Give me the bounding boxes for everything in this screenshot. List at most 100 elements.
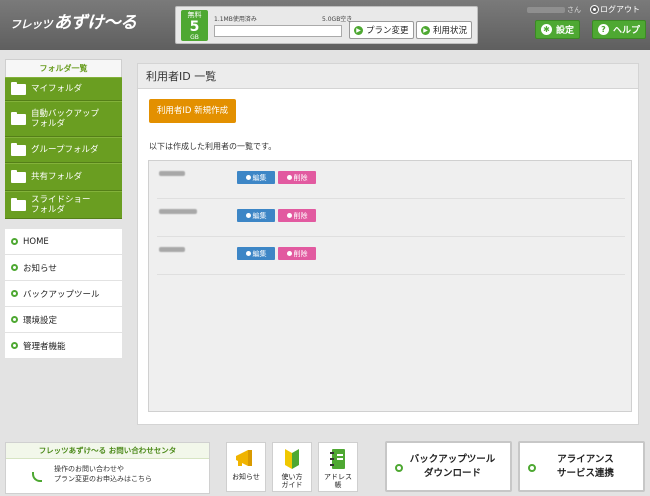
edit-button[interactable]: 編集 xyxy=(237,171,275,184)
user-suffix: さん xyxy=(567,6,581,14)
delete-button[interactable]: 削除 xyxy=(278,209,316,222)
help-label: ヘルプ xyxy=(613,26,641,36)
folder-list: フォルダ一覧 マイフォルダ 自動バックアップ フォルダ グループフォルダ 共有フ… xyxy=(5,59,122,219)
header: フレッツ あずけ〜る 無料 5 GB 1.1MB使用済み 5.0GB空き ▶ プラ… xyxy=(0,0,650,50)
usage-status-label: 利用状況 xyxy=(433,26,468,36)
arrow-right-icon: ▶ xyxy=(421,25,430,35)
new-user-id-button[interactable]: 利用者ID 新規作成 xyxy=(149,99,236,123)
phone-icon xyxy=(32,472,42,482)
list-item: 編集 削除 xyxy=(157,161,625,199)
folder-icon xyxy=(11,197,26,211)
folder-label: スライドショー フォルダ xyxy=(31,195,91,215)
folder-item-slideshow[interactable]: スライドショー フォルダ xyxy=(5,191,122,219)
edit-button[interactable]: 編集 xyxy=(237,209,275,222)
contact-center-panel[interactable]: フレッツあずけ〜る お問い合わせセンタ 操作のお問い合わせや プラン変更のお申込… xyxy=(5,442,210,494)
user-name: さん xyxy=(527,5,581,15)
nav-item-home[interactable]: HOME xyxy=(5,229,122,255)
edit-button[interactable]: 編集 xyxy=(237,247,275,260)
help-button[interactable]: ? ヘルプ xyxy=(592,20,647,39)
folder-list-title: フォルダ一覧 xyxy=(5,59,122,77)
page-title: 利用者ID 一覧 xyxy=(138,64,638,89)
nav-label: HOME xyxy=(23,236,49,247)
contact-line-1: 操作のお問い合わせや xyxy=(54,465,124,473)
bullet-icon xyxy=(11,238,18,245)
free-text: 5.0GB空き xyxy=(322,16,353,23)
folder-label: マイフォルダ xyxy=(31,84,83,94)
folder-label: 共有フォルダ xyxy=(31,172,83,182)
delete-label: 削除 xyxy=(293,249,308,258)
side-nav: HOME お知らせ バックアップツール 環境設定 管理者機能 xyxy=(5,229,122,359)
bullet-icon xyxy=(286,175,292,180)
storage-panel: 無料 5 GB 1.1MB使用済み 5.0GB空き ▶ プラン変更 ▶ 利用状況 xyxy=(175,6,478,44)
bullet-icon xyxy=(286,213,292,218)
guide-shortcut-label-2: ガイド xyxy=(281,481,303,489)
folder-label: 自動バックアップ フォルダ xyxy=(31,109,100,129)
bullet-icon xyxy=(245,175,251,180)
bullet-icon xyxy=(11,316,18,323)
delete-label: 削除 xyxy=(293,173,308,182)
plan-size: 5 xyxy=(189,19,200,35)
bullet-icon xyxy=(591,6,598,13)
user-id-redacted xyxy=(159,171,185,176)
settings-button[interactable]: ✱ 設定 xyxy=(535,20,581,39)
list-description: 以下は作成した利用者の一覧です。 xyxy=(149,142,277,151)
bullet-icon xyxy=(528,464,536,472)
nav-item-admin[interactable]: 管理者機能 xyxy=(5,333,122,359)
user-id-redacted xyxy=(159,247,185,252)
app-logo[interactable]: フレッツ あずけ〜る xyxy=(10,8,137,33)
list-item: 編集 削除 xyxy=(157,199,625,237)
nav-label: バックアップツール xyxy=(23,289,100,300)
nav-item-backup-tool[interactable]: バックアップツール xyxy=(5,281,122,307)
folder-item-auto-backup[interactable]: 自動バックアップ フォルダ xyxy=(5,101,122,137)
main-panel: 利用者ID 一覧 利用者ID 新規作成 以下は作成した利用者の一覧です。 編集 … xyxy=(137,63,639,425)
news-shortcut[interactable]: お知らせ xyxy=(226,442,266,492)
edit-label: 編集 xyxy=(252,249,267,258)
usage-status-button[interactable]: ▶ 利用状況 xyxy=(416,21,473,39)
backup-tool-download-label: バックアップツール ダウンロード xyxy=(387,453,510,481)
logo-main-text: あずけ〜る xyxy=(54,13,137,33)
edit-label: 編集 xyxy=(252,173,267,182)
alliance-line-1: アライアンス xyxy=(557,453,614,465)
bullet-icon xyxy=(395,464,403,472)
bullet-icon xyxy=(11,290,18,297)
bullet-icon xyxy=(245,251,251,256)
address-book-label-2: 帳 xyxy=(334,481,342,489)
address-book-label-1: アドレス xyxy=(324,473,352,481)
folder-label: グループフォルダ xyxy=(31,145,99,155)
contact-center-title: フレッツあずけ〜る お問い合わせセンタ xyxy=(6,443,209,459)
delete-button[interactable]: 削除 xyxy=(278,171,316,184)
logout-link[interactable]: ログアウト xyxy=(591,4,640,15)
plan-change-label: プラン変更 xyxy=(366,26,409,36)
plan-unit: GB xyxy=(190,34,199,41)
folder-icon xyxy=(11,169,26,183)
plan-badge: 無料 5 GB xyxy=(181,10,208,41)
alliance-service-button[interactable]: アライアンス サービス連携 xyxy=(518,441,645,492)
nav-item-settings[interactable]: 環境設定 xyxy=(5,307,122,333)
guide-shortcut[interactable]: 使い方 ガイド xyxy=(272,442,312,492)
user-id-list: 編集 削除 編集 削除 編集 削除 xyxy=(148,160,632,412)
delete-label: 削除 xyxy=(293,211,308,220)
bullet-icon xyxy=(11,264,18,271)
usage-bar xyxy=(214,25,342,37)
backup-dl-line-2: ダウンロード xyxy=(423,467,481,479)
edit-label: 編集 xyxy=(252,211,267,220)
arrow-right-icon: ▶ xyxy=(354,25,363,35)
folder-item-my[interactable]: マイフォルダ xyxy=(5,77,122,101)
alliance-line-2: サービス連携 xyxy=(556,467,614,479)
bullet-icon xyxy=(286,251,292,256)
folder-icon xyxy=(11,81,26,95)
plan-change-button[interactable]: ▶ プラン変更 xyxy=(349,21,414,39)
folder-item-group[interactable]: グループフォルダ xyxy=(5,137,122,163)
backup-tool-download-button[interactable]: バックアップツール ダウンロード xyxy=(385,441,512,492)
used-text: 1.1MB使用済み xyxy=(214,16,257,23)
nav-label: 環境設定 xyxy=(23,315,58,326)
logout-label: ログアウト xyxy=(600,5,640,14)
address-book-shortcut[interactable]: アドレス 帳 xyxy=(318,442,358,492)
question-icon: ? xyxy=(598,24,609,35)
user-name-redacted xyxy=(527,7,565,13)
folder-item-shared[interactable]: 共有フォルダ xyxy=(5,163,122,191)
news-shortcut-label: お知らせ xyxy=(232,473,260,481)
delete-button[interactable]: 削除 xyxy=(278,247,316,260)
nav-item-news[interactable]: お知らせ xyxy=(5,255,122,281)
list-item: 編集 削除 xyxy=(157,237,625,275)
